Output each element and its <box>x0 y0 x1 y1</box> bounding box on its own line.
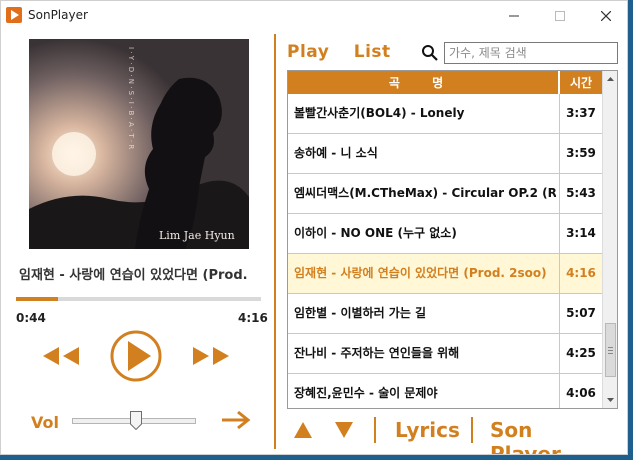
volume-label: Vol <box>31 413 59 432</box>
table-row[interactable]: 장혜진,윤민수 - 술이 문제야 4:06 <box>288 374 602 408</box>
song-title: 이하이 - NO ONE (누구 없소) <box>294 226 457 240</box>
song-title: 잔나비 - 주저하는 연인들을 위해 <box>294 346 460 360</box>
song-duration: 4:06 <box>566 386 596 400</box>
album-caption: Lim Jae Hyun <box>159 229 235 242</box>
play-button[interactable] <box>109 329 163 383</box>
table-row[interactable]: 송하예 - 니 소식 3:59 <box>288 134 602 174</box>
footer-divider <box>471 417 473 443</box>
play-icon <box>110 330 162 382</box>
song-duration: 5:07 <box>566 306 596 320</box>
column-header-time[interactable]: 시간 <box>560 71 602 94</box>
song-duration: 4:16 <box>566 266 596 280</box>
playlist-title: Play List <box>287 42 391 62</box>
scroll-grip <box>608 350 613 351</box>
table-row[interactable]: 이하이 - NO ONE (누구 없소) 3:14 <box>288 214 602 254</box>
search-input[interactable] <box>444 42 618 64</box>
scroll-thumb[interactable] <box>605 323 616 377</box>
scroll-down-button[interactable] <box>603 392 617 408</box>
current-time: 0:44 <box>16 311 46 325</box>
now-playing-title: 임재현 - 사랑에 연습이 있었다면 (Prod. <box>19 268 248 283</box>
song-title: 송하예 - 니 소식 <box>294 146 378 160</box>
panel-divider <box>274 34 276 449</box>
song-title: 엠씨더맥스(M.CTheMax) - Circular OP.2 (Res <box>294 186 556 200</box>
progress-fill <box>16 297 58 301</box>
arrow-right-icon <box>222 410 251 430</box>
scroll-up-button[interactable] <box>603 71 617 87</box>
next-icon <box>193 347 229 365</box>
brand-label: Son Player <box>490 418 561 455</box>
table-row[interactable]: 임재현 - 사랑에 연습이 있었다면 (Prod. 2soo) 4:16 <box>288 254 602 294</box>
play-square-icon <box>6 7 22 23</box>
song-duration: 3:59 <box>566 146 596 160</box>
window-title: SonPlayer <box>28 8 88 22</box>
maximize-icon <box>555 11 565 21</box>
move-down-button[interactable] <box>334 421 354 439</box>
move-up-button[interactable] <box>293 421 313 439</box>
lyrics-button[interactable]: Lyrics <box>395 418 460 442</box>
search-icon[interactable] <box>421 44 439 62</box>
song-title: 볼빨간사춘기(BOL4) - Lonely <box>294 106 465 120</box>
next-button[interactable] <box>189 342 233 370</box>
table-row[interactable]: 볼빨간사춘기(BOL4) - Lonely 3:37 <box>288 94 602 134</box>
song-duration: 3:14 <box>566 226 596 240</box>
total-time: 4:16 <box>238 311 268 325</box>
player-window: SonPlayer I · Y · D · N · S · I · B · A … <box>0 0 628 455</box>
playlist-rows: 볼빨간사춘기(BOL4) - Lonely 3:37 송하예 - 니 소식 3:59 엠… <box>288 94 602 408</box>
svg-text:I · Y · D · N · S · I · B · A: I · Y · D · N · S · I · B · A · T · R <box>127 47 135 149</box>
previous-button[interactable] <box>41 342 85 370</box>
volume-thumb[interactable] <box>130 411 143 430</box>
song-duration: 4:25 <box>566 346 596 360</box>
table-row[interactable]: 임한별 - 이별하러 가는 길 5:07 <box>288 294 602 334</box>
playlist-scrollbar[interactable] <box>602 71 617 408</box>
column-header-title[interactable]: 곡 명 <box>288 71 559 94</box>
song-duration: 3:37 <box>566 106 596 120</box>
table-header: 곡 명 시간 <box>288 71 602 94</box>
close-button[interactable] <box>583 1 627 31</box>
song-title: 임한별 - 이별하러 가는 길 <box>294 306 427 320</box>
minimize-button[interactable] <box>491 1 537 31</box>
collapse-arrow-button[interactable] <box>221 409 251 431</box>
triangle-down-icon <box>335 422 353 438</box>
playlist-table: 곡 명 시간 볼빨간사춘기(BOL4) - Lonely 3:37 송하예 - 니 … <box>287 70 618 409</box>
previous-icon <box>43 347 79 365</box>
scroll-up-icon <box>607 77 614 81</box>
triangle-up-icon <box>294 422 312 438</box>
song-title: 임재현 - 사랑에 연습이 있었다면 (Prod. 2soo) <box>294 266 547 280</box>
footer-divider <box>374 417 376 443</box>
scroll-grip <box>608 347 613 348</box>
maximize-button[interactable] <box>537 1 583 31</box>
song-duration: 5:43 <box>566 186 596 200</box>
close-icon <box>601 11 611 21</box>
scroll-down-icon <box>607 398 614 402</box>
minimize-icon <box>509 15 519 17</box>
title-bar[interactable]: SonPlayer <box>1 1 627 31</box>
song-title: 장혜진,윤민수 - 술이 문제야 <box>294 386 438 400</box>
album-art: I · Y · D · N · S · I · B · A · T · R Li… <box>29 39 249 249</box>
table-row[interactable]: 엠씨더맥스(M.CTheMax) - Circular OP.2 (Res 5:4… <box>288 174 602 214</box>
scroll-grip <box>608 353 613 354</box>
progress-bar[interactable] <box>16 297 261 301</box>
table-row[interactable]: 잔나비 - 주저하는 연인들을 위해 4:25 <box>288 334 602 374</box>
